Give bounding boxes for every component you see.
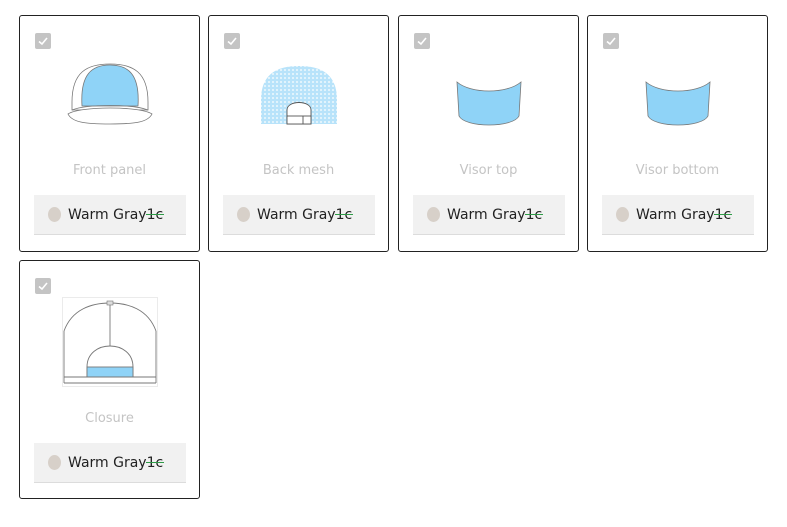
part-card-front-panel[interactable]: Front panel Warm Gray 1c bbox=[19, 15, 200, 252]
part-label: Visor top bbox=[459, 163, 518, 178]
part-card-visor-top[interactable]: Visor top Warm Gray 1c bbox=[398, 15, 579, 252]
color-swatch bbox=[427, 207, 440, 222]
color-swatch bbox=[48, 455, 61, 470]
color-swatch bbox=[616, 207, 629, 222]
color-name: Warm Gray bbox=[447, 206, 526, 223]
part-label: Visor bottom bbox=[635, 163, 720, 178]
cap-back-mesh-icon bbox=[261, 66, 337, 125]
check-icon bbox=[38, 282, 48, 291]
part-label: Front panel bbox=[72, 163, 147, 178]
check-icon bbox=[417, 37, 427, 46]
part-label: Back mesh bbox=[262, 163, 335, 178]
check-icon bbox=[38, 37, 48, 46]
color-swatch bbox=[237, 207, 250, 222]
color-code: 1c bbox=[714, 206, 732, 223]
color-name: Warm Gray bbox=[257, 206, 336, 223]
color-code: 1c bbox=[146, 454, 164, 471]
part-grid: Front panel Warm Gray 1c Back mesh Warm … bbox=[0, 0, 787, 527]
color-code: 1c bbox=[146, 206, 164, 223]
cap-closure-icon bbox=[62, 297, 158, 387]
checkbox-closure[interactable] bbox=[35, 278, 51, 294]
color-select-button[interactable]: Warm Gray 1c bbox=[34, 443, 186, 483]
checkbox-visor-top[interactable] bbox=[414, 33, 430, 49]
color-name: Warm Gray bbox=[636, 206, 715, 223]
checkbox-visor-bottom[interactable] bbox=[603, 33, 619, 49]
color-select-button[interactable]: Warm Gray 1c bbox=[34, 195, 186, 235]
check-icon bbox=[606, 37, 616, 46]
color-swatch bbox=[48, 207, 61, 222]
cap-front-panel-icon bbox=[67, 63, 153, 125]
part-card-visor-bottom[interactable]: Visor bottom Warm Gray 1c bbox=[587, 15, 768, 252]
color-select-button[interactable]: Warm Gray 1c bbox=[602, 195, 754, 235]
part-label: Closure bbox=[85, 411, 134, 426]
color-select-button[interactable]: Warm Gray 1c bbox=[413, 195, 565, 235]
visor-bottom-icon bbox=[645, 81, 711, 126]
color-name: Warm Gray bbox=[68, 454, 147, 471]
color-select-button[interactable]: Warm Gray 1c bbox=[223, 195, 375, 235]
color-name: Warm Gray bbox=[68, 206, 147, 223]
checkbox-back-mesh[interactable] bbox=[224, 33, 240, 49]
checkbox-front-panel[interactable] bbox=[35, 33, 51, 49]
color-code: 1c bbox=[525, 206, 543, 223]
color-code: 1c bbox=[335, 206, 353, 223]
part-card-back-mesh[interactable]: Back mesh Warm Gray 1c bbox=[208, 15, 389, 252]
part-card-closure[interactable]: Closure Warm Gray 1c bbox=[19, 260, 200, 499]
check-icon bbox=[227, 37, 237, 46]
visor-top-icon bbox=[456, 81, 522, 126]
